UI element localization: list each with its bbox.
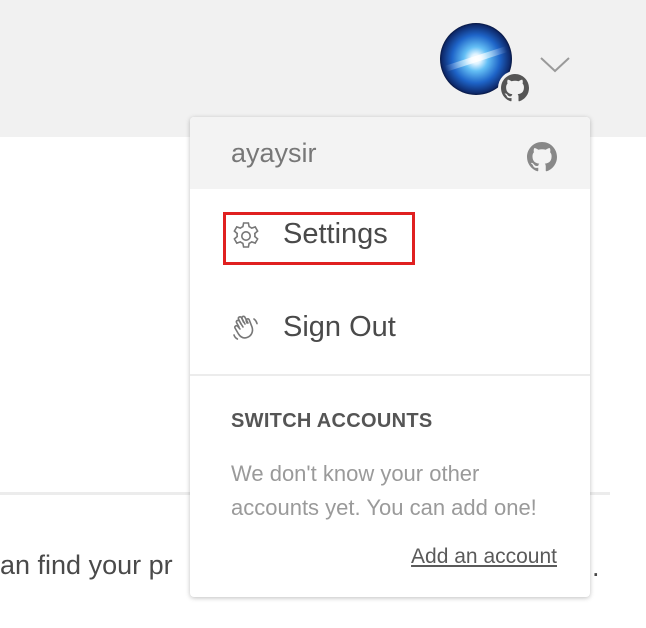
github-icon bbox=[527, 142, 557, 172]
user-menu-trigger[interactable] bbox=[440, 23, 532, 105]
waving-hand-icon bbox=[230, 313, 262, 345]
username: ayaysir bbox=[231, 138, 317, 168]
dropdown-header: ayaysir bbox=[190, 117, 590, 189]
github-badge-icon bbox=[498, 71, 532, 105]
highlight-annotation bbox=[223, 212, 415, 265]
switch-accounts-heading: SWITCH ACCOUNTS bbox=[231, 410, 433, 432]
background-text-end: . bbox=[592, 552, 600, 582]
user-dropdown-menu: ayaysir Settings Sign Out SWITCH ACCOUNT… bbox=[190, 117, 590, 597]
menu-separator bbox=[190, 374, 590, 376]
switch-accounts-description: We don't know your other accounts yet. Y… bbox=[231, 461, 537, 520]
avatar-glare bbox=[444, 46, 508, 72]
add-account-link[interactable]: Add an account bbox=[411, 545, 557, 569]
sign-out-label: Sign Out bbox=[283, 311, 396, 343]
chevron-down-icon[interactable] bbox=[538, 52, 572, 76]
background-text: an find your pr bbox=[0, 550, 173, 580]
sign-out-menu-item[interactable]: Sign Out bbox=[190, 287, 590, 371]
